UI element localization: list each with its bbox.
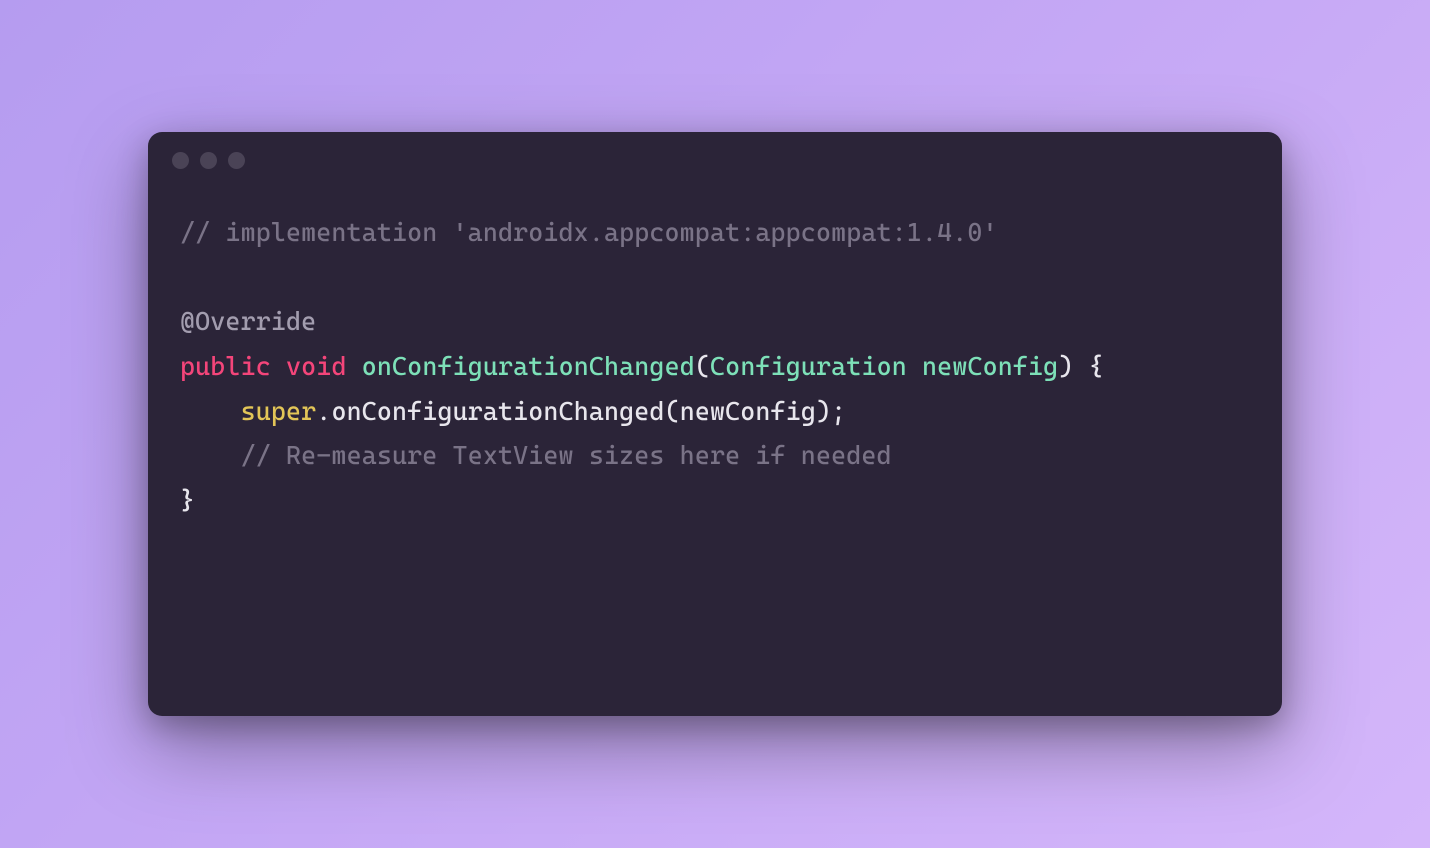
code-indent: [180, 440, 241, 470]
code-comment: // implementation 'androidx.appcompat:ap…: [180, 217, 998, 247]
code-method-name: onConfigurationChanged: [362, 351, 695, 381]
window-titlebar: [148, 132, 1282, 188]
code-paren: ): [1058, 351, 1073, 381]
code-indent: [180, 396, 241, 426]
code-brace: }: [180, 485, 195, 515]
code-keyword: public: [180, 351, 271, 381]
code-content[interactable]: // implementation 'androidx.appcompat:ap…: [148, 188, 1282, 522]
maximize-icon[interactable]: [228, 152, 245, 169]
code-annotation: @Override: [180, 306, 316, 336]
code-brace: {: [1073, 351, 1103, 381]
minimize-icon[interactable]: [200, 152, 217, 169]
code-parameter: newConfig: [922, 351, 1058, 381]
code-paren: (: [695, 351, 710, 381]
code-super-keyword: super: [241, 396, 317, 426]
code-editor-window: // implementation 'androidx.appcompat:ap…: [148, 132, 1282, 716]
close-icon[interactable]: [172, 152, 189, 169]
code-type: Configuration: [710, 351, 907, 381]
code-comment: // Re-measure TextView sizes here if nee…: [241, 440, 892, 470]
code-keyword: void: [286, 351, 347, 381]
code-call: onConfigurationChanged(newConfig);: [331, 396, 846, 426]
code-dot: .: [316, 396, 331, 426]
